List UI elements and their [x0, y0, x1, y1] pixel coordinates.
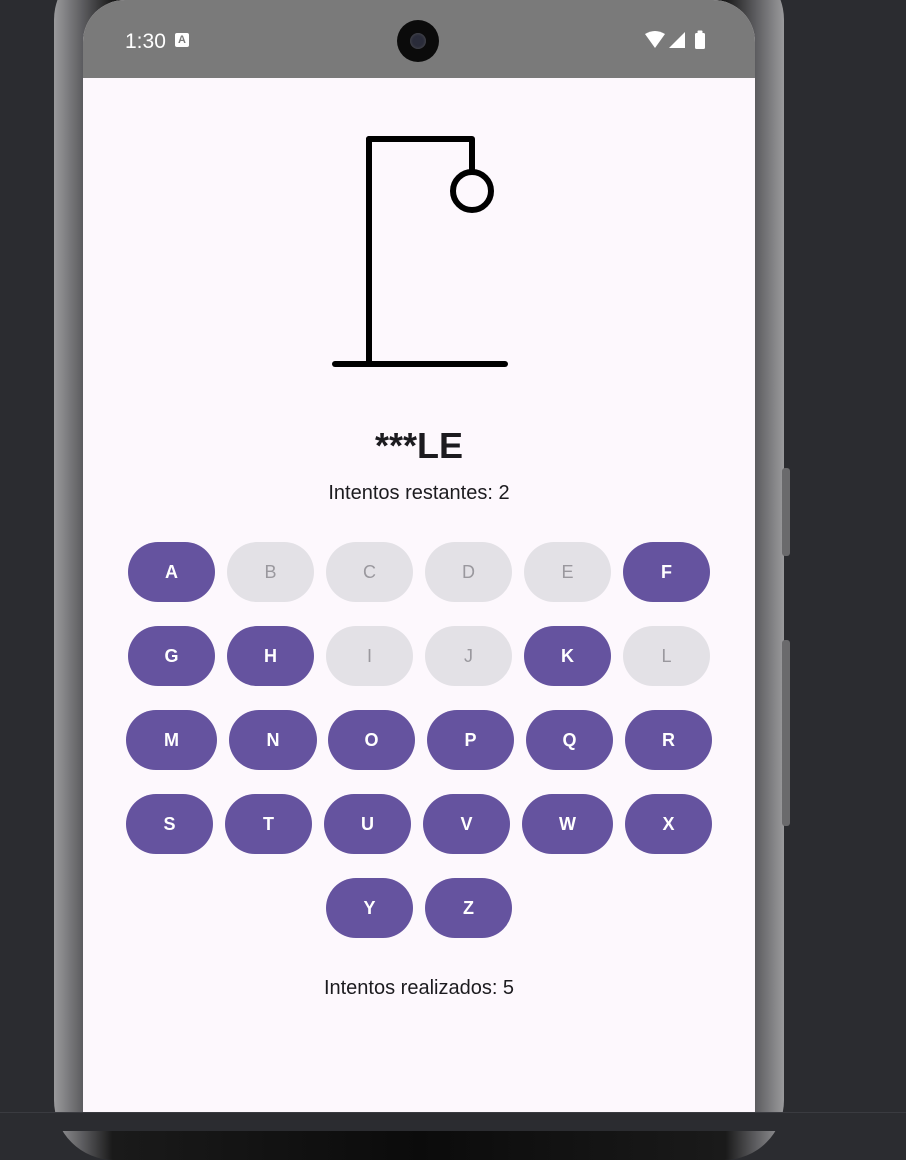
key-b: B [227, 542, 314, 602]
key-q[interactable]: Q [526, 710, 613, 770]
key-k[interactable]: K [524, 626, 611, 686]
signal-icon [669, 32, 685, 48]
key-j: J [425, 626, 512, 686]
status-time: 1:30 [125, 30, 166, 53]
attempts-made: Intentos realizados: 5 [323, 977, 515, 999]
volume-button [782, 468, 790, 556]
key-u[interactable]: U [324, 794, 411, 854]
key-x[interactable]: X [625, 794, 712, 854]
wifi-icon [645, 31, 665, 48]
battery-icon [695, 30, 705, 49]
key-v[interactable]: V [423, 794, 510, 854]
key-o[interactable]: O [328, 710, 415, 770]
key-e: E [524, 542, 611, 602]
phone-screen: 1:30 A ***LE Intentos restantes: 2 ABCDE… [83, 0, 755, 1112]
key-c: C [326, 542, 413, 602]
key-w[interactable]: W [522, 794, 613, 854]
key-n[interactable]: N [229, 710, 317, 770]
key-m[interactable]: M [126, 710, 217, 770]
camera-lens [410, 33, 426, 49]
remaining-attempts: Intentos restantes: 2 [328, 482, 510, 504]
key-d: D [425, 542, 512, 602]
key-r[interactable]: R [625, 710, 712, 770]
front-camera [397, 20, 439, 62]
status-bar: 1:30 A [83, 0, 755, 78]
key-t[interactable]: T [225, 794, 312, 854]
hangman-drawing [332, 136, 508, 367]
key-l: L [623, 626, 710, 686]
key-y[interactable]: Y [326, 878, 413, 938]
word-display: ***LE [374, 425, 464, 466]
a-icon: A [175, 33, 189, 47]
key-s[interactable]: S [126, 794, 213, 854]
key-i: I [326, 626, 413, 686]
key-p[interactable]: P [427, 710, 514, 770]
key-h[interactable]: H [227, 626, 314, 686]
key-f[interactable]: F [623, 542, 710, 602]
status-icons [643, 30, 715, 50]
key-g[interactable]: G [128, 626, 215, 686]
key-z[interactable]: Z [425, 878, 512, 938]
hangman-head [450, 169, 494, 213]
key-a[interactable]: A [128, 542, 215, 602]
power-button [782, 640, 790, 826]
bottom-bar [0, 1112, 906, 1131]
